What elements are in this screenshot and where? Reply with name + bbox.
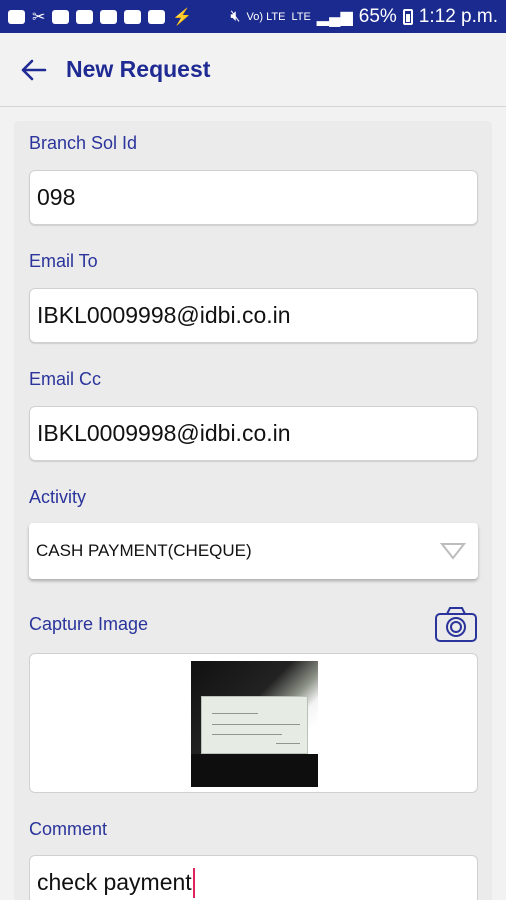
system-status: 🔇︎ Vo) LTE LTE ▂▄▆ 65% 1:12 p.m. — [230, 6, 498, 28]
youtube-icon — [76, 9, 94, 24]
back-arrow-icon — [21, 59, 47, 80]
email-to-label: Email To — [29, 251, 98, 271]
flash-icon: ⚡ — [172, 8, 193, 26]
clock: 1:12 p.m. — [418, 5, 498, 27]
camera-icon[interactable] — [434, 605, 478, 643]
page-title: New Request — [66, 56, 211, 82]
scissors-icon: ✂ — [32, 8, 46, 26]
cheque-paper — [201, 696, 308, 754]
youtube-icon — [148, 9, 166, 24]
branch-sol-id-label: Branch Sol Id — [29, 133, 138, 153]
captured-image-container[interactable] — [29, 653, 478, 793]
lte-indicator: LTE — [291, 10, 311, 23]
youtube-icon — [124, 9, 142, 24]
photo-dark-area — [191, 754, 318, 787]
notification-icons: ✂ ⚡ — [8, 7, 192, 27]
youtube-icon — [100, 9, 118, 24]
battery-percent: 65% — [358, 5, 397, 27]
capture-image-label: Capture Image — [29, 614, 149, 634]
comment-text: check payment — [37, 869, 192, 895]
volte-indicator: Vo) LTE — [246, 10, 286, 23]
email-to-input[interactable]: IBKL0009998@idbi.co.in — [29, 288, 478, 343]
chat-icon — [8, 9, 25, 24]
cheque-photo — [191, 661, 318, 787]
mute-icon: 🔇︎ — [230, 7, 241, 25]
app-bar: New Request — [0, 33, 506, 107]
activity-selected-value: CASH PAYMENT(CHEQUE) — [36, 541, 252, 560]
activity-select[interactable]: CASH PAYMENT(CHEQUE) — [29, 523, 478, 579]
branch-sol-id-input[interactable]: 098 — [29, 170, 478, 225]
back-button[interactable] — [0, 33, 66, 107]
email-cc-label: Email Cc — [29, 369, 102, 389]
status-bar: ✂ ⚡ 🔇︎ Vo) LTE LTE ▂▄▆ 65% 1:12 p.m. — [0, 0, 506, 33]
dropdown-triangle-icon — [440, 543, 466, 560]
activity-label: Activity — [29, 487, 87, 507]
comment-input[interactable]: check payment — [29, 855, 478, 900]
text-cursor — [192, 867, 195, 898]
image-icon — [52, 9, 70, 24]
signal-icon: ▂▄▆ — [316, 8, 353, 26]
comment-label: Comment — [29, 819, 108, 839]
battery-icon — [402, 8, 413, 25]
email-cc-input[interactable]: IBKL0009998@idbi.co.in — [29, 406, 478, 461]
